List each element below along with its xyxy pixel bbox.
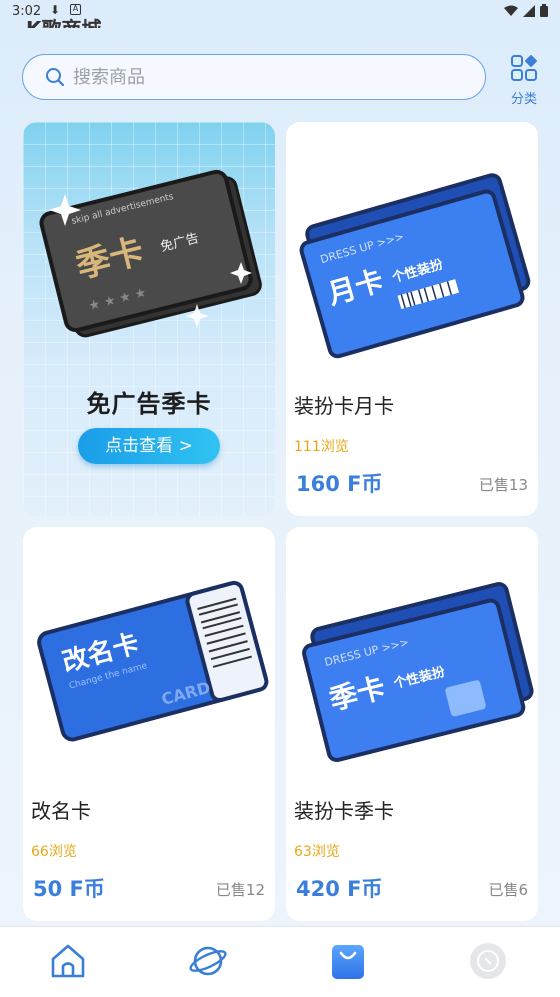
product-sold-count: 已售6 [488,881,528,899]
promo-card[interactable]: skip all advertisements 季卡 免广告 ★ ★ ★ ★ 免… [23,122,275,516]
status-icons [504,4,548,17]
battery-icon [540,4,548,17]
product-views: 63浏览 [294,844,340,860]
shopping-bag-icon [332,945,364,979]
category-label: 分类 [510,92,537,107]
nav-home[interactable] [48,941,92,985]
product-name: 改名卡 [31,799,91,823]
bottom-nav [0,926,560,997]
seasonal-card-image: DRESS UP >>> 季卡 个性装扮 [302,582,534,763]
product-price: 50 F币 [33,877,105,901]
product-views: 111浏览 [294,439,349,455]
product-sold-count: 已售13 [478,476,528,494]
nav-profile[interactable] [468,941,512,985]
rename-card-image: 改名卡 Change the name CARD [37,580,269,742]
product-name: 装扮卡季卡 [294,799,394,823]
search-input[interactable] [73,63,473,91]
product-card[interactable]: DRESS UP >>> 季卡 个性装扮 装扮卡季卡 63浏览 420 F币 已… [286,527,538,921]
season-card-image: skip all advertisements 季卡 免广告 ★ ★ ★ ★ [39,169,262,338]
wifi-icon [504,5,518,16]
view-details-button[interactable]: 点击查看 > [78,428,220,464]
promo-title: 免广告季卡 [86,390,212,418]
nav-shop[interactable] [328,941,372,985]
profile-icon [470,943,506,979]
product-price: 420 F币 [296,877,383,901]
category-button[interactable]: 分类 [504,54,544,107]
product-name: 装扮卡月卡 [294,394,394,418]
nav-discover[interactable] [188,941,232,985]
search-bar[interactable] [22,54,486,100]
category-grid-icon [511,55,537,81]
product-card[interactable]: DRESS UP >>> 月卡 个性装扮 装扮卡月卡 111浏览 160 F币 … [286,122,538,516]
page-title: K歌商城 [26,14,102,28]
product-sold-count: 已售12 [215,881,265,899]
signal-icon [523,4,535,17]
product-price: 160 F币 [296,472,383,496]
search-icon [46,68,65,87]
home-icon [51,944,85,978]
planet-icon [189,946,227,976]
monthly-card-image: DRESS UP >>> 月卡 个性装扮 [299,173,531,359]
product-views: 66浏览 [31,844,77,860]
product-card[interactable]: 改名卡 Change the name CARD 改名卡 66浏览 50 F币 … [23,527,275,921]
